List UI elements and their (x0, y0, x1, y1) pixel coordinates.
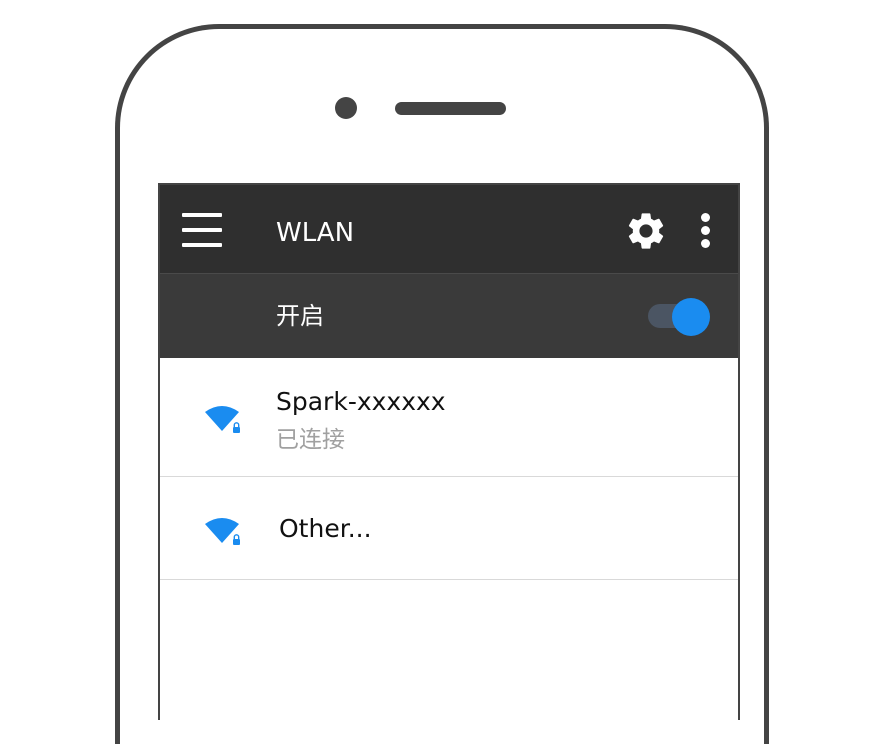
switch-thumb (672, 298, 710, 336)
front-camera (335, 97, 357, 119)
wlan-toggle-row: 开启 (160, 274, 738, 358)
network-list-item[interactable]: Spark-xxxxxx 已连接 (160, 358, 738, 477)
network-name: Spark-xxxxxx (276, 387, 446, 416)
app-bar: WLAN (160, 185, 738, 274)
network-status: 已连接 (276, 427, 345, 453)
page-title: WLAN (276, 218, 355, 248)
phone-screen: WLAN 开启 Spark-xxxxxx 已连接 Other... (158, 183, 740, 720)
network-name: Other... (279, 514, 372, 543)
network-list: Spark-xxxxxx 已连接 Other... (160, 358, 738, 580)
wlan-toggle-label: 开启 (276, 302, 324, 330)
more-vertical-icon[interactable] (698, 211, 712, 251)
wifi-locked-icon (205, 518, 240, 545)
wifi-locked-icon (205, 406, 240, 433)
gear-icon[interactable] (624, 209, 668, 253)
hamburger-menu-icon[interactable] (182, 213, 222, 247)
wlan-toggle-switch[interactable] (648, 298, 714, 336)
earpiece-speaker (395, 102, 506, 115)
network-list-item[interactable]: Other... (160, 477, 738, 580)
